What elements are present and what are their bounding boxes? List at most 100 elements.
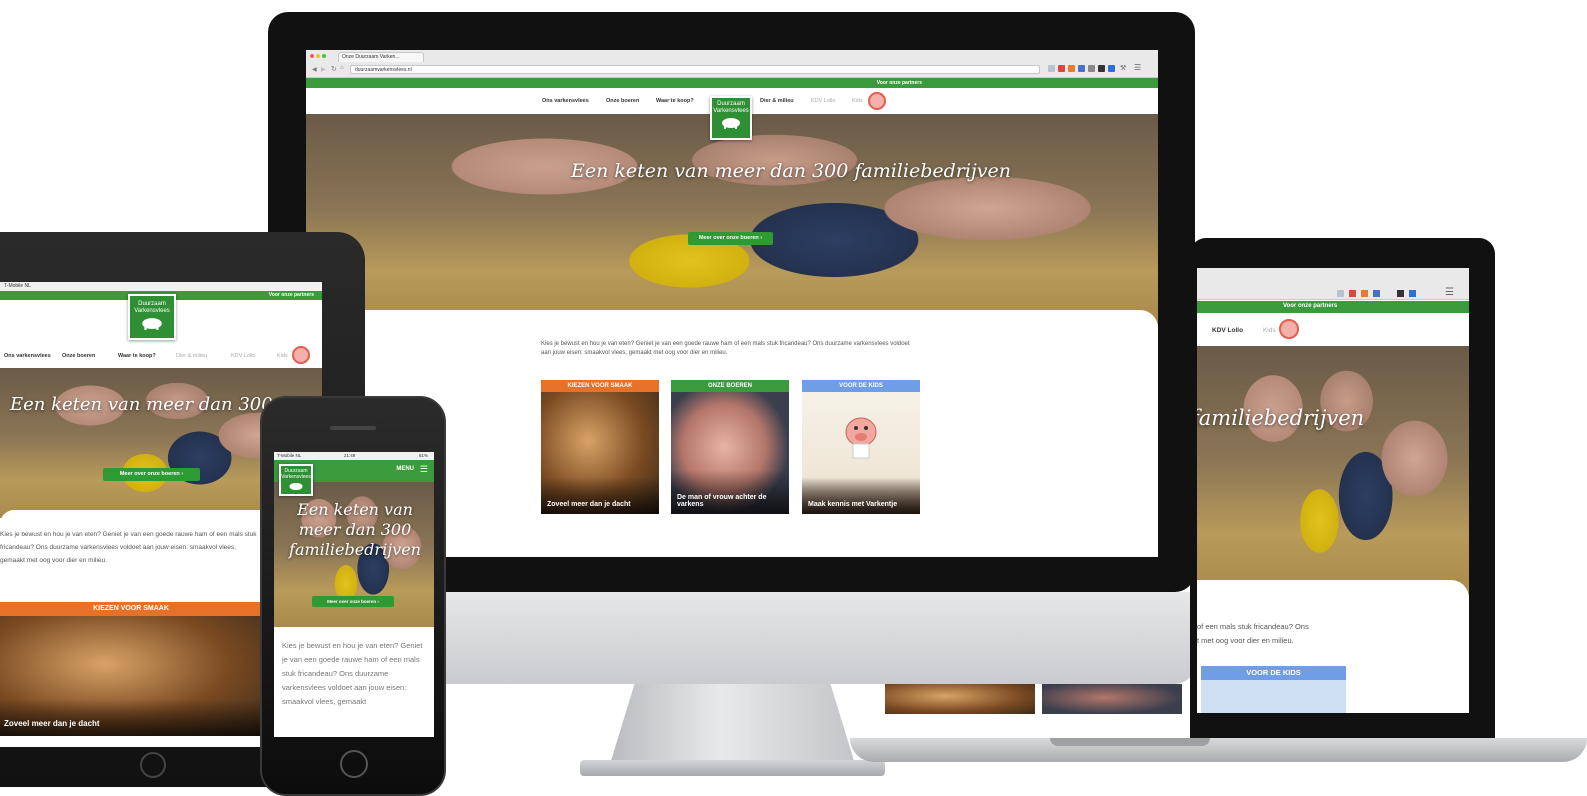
intro-paragraph: of een mals stuk fricandeau? Ons t met o… <box>1197 620 1309 648</box>
laptop-notch <box>1050 738 1210 746</box>
main-nav: KDV Lollo Kids <box>1197 313 1469 346</box>
wrench-icon[interactable]: ⚒ <box>1120 64 1126 72</box>
nav-item-boeren[interactable]: Onze boeren <box>62 353 95 359</box>
tile-caption[interactable]: VOOR DE KIDS <box>1201 666 1346 680</box>
hero-cta-label: Meer over onze boeren <box>327 599 377 604</box>
nav-item-dier-milieu[interactable]: Dier & milieu <box>760 98 794 104</box>
extension-icon[interactable] <box>1349 290 1356 297</box>
extension-icon[interactable] <box>1098 65 1105 72</box>
intro-paragraph: Kies je bewust en hou je van eten? Genie… <box>0 531 257 564</box>
piglet-image-peek <box>1042 684 1182 714</box>
intro-line: t met oog voor dier en milieu. <box>1197 636 1294 645</box>
pig-mascot-icon <box>292 346 310 364</box>
content-section: Kies je bewust en hou je van eten? Genie… <box>274 627 434 737</box>
hero-cta-button[interactable]: Meer over onze boeren › <box>103 468 200 481</box>
hero-banner: Een keten van meer dan 300 familiebedrij… <box>274 482 434 627</box>
back-icon[interactable]: ◀ <box>312 66 317 73</box>
extension-icon[interactable] <box>1048 65 1055 72</box>
tile-caption[interactable]: KIEZEN VOOR SMAAK <box>0 602 262 616</box>
extension-icon[interactable] <box>1361 290 1368 297</box>
hero-banner: familiebedrijven <box>1197 346 1469 596</box>
content-section: of een mals stuk fricandeau? Ons t met o… <box>1197 580 1469 713</box>
maximize-window-icon[interactable] <box>322 54 326 58</box>
extension-icon[interactable] <box>1108 65 1115 72</box>
extension-icon[interactable] <box>1337 290 1344 297</box>
logo-text: Duurzaam Varkensvlees <box>713 101 749 114</box>
logo-text: Duurzaam Varkensvlees <box>281 468 311 480</box>
tile-title: De man of vrouw achter de varkens <box>671 470 789 514</box>
menu-icon[interactable]: ☰ <box>1134 63 1141 72</box>
nav-item-kids[interactable]: Kids <box>852 98 863 104</box>
cartoon-pig-image: Maak kennis met Varkentje <box>802 392 920 514</box>
tablet-home-button[interactable] <box>140 752 166 778</box>
intro-paragraph: Kies je bewust en hou je van eten? Genie… <box>282 641 423 706</box>
intro-line: of een mals stuk fricandeau? Ons <box>1197 622 1309 631</box>
tile-caption: KIEZEN VOOR SMAAK <box>541 380 659 392</box>
food-image-peek <box>885 684 1035 714</box>
laptop-screen: ☰ Voor onze partners KDV Lollo Kids fami… <box>1197 268 1469 713</box>
home-icon[interactable]: ⌂ <box>340 65 344 71</box>
cartoon-pig-image <box>1201 680 1346 713</box>
partner-bar: Voor onze partners <box>306 78 1158 88</box>
reload-icon[interactable]: ↻ <box>331 65 337 73</box>
food-image: Zoveel meer dan je dacht <box>0 616 262 736</box>
pig-logo-icon <box>142 318 162 330</box>
hamburger-icon[interactable]: ☰ <box>420 464 428 475</box>
phone-speaker <box>330 426 376 430</box>
partner-link[interactable]: Voor onze partners <box>1283 303 1337 309</box>
nav-item-waar-te-koop[interactable]: Waar te koop? <box>656 98 694 104</box>
extension-icon[interactable] <box>1078 65 1085 72</box>
menu-icon[interactable]: ☰ <box>1445 287 1454 298</box>
hero-cta-label: Meer over onze boeren <box>119 471 180 477</box>
pig-logo-icon <box>289 482 303 491</box>
tile-title: Zoveel meer dan je dacht <box>0 699 262 736</box>
laptop-base <box>850 738 1587 762</box>
nav-item-waar-te-koop[interactable]: Waar te koop? <box>118 353 156 359</box>
partner-link[interactable]: Voor onze partners <box>877 80 922 86</box>
site-logo[interactable]: Duurzaam Varkensvlees <box>279 464 313 496</box>
carrier-label: T-Mobile NL <box>277 453 302 458</box>
tile-onze-boeren[interactable]: ONZE BOEREN De man of vrouw achter de va… <box>671 380 789 514</box>
pig-mascot-icon <box>868 92 886 110</box>
nav-item-dier-milieu[interactable]: Dier & milieu <box>176 353 207 359</box>
site-logo[interactable]: Duurzaam Varkensvlees <box>128 294 176 340</box>
battery-label: 61% <box>418 453 428 458</box>
menu-label[interactable]: MENU <box>396 466 414 472</box>
browser-tab[interactable]: Onze Duurzaam Varken... <box>338 52 424 62</box>
nav-item-kdv-lollo[interactable]: KDV Lollo <box>1212 327 1243 334</box>
phone-home-button[interactable] <box>340 750 368 778</box>
cartoon-pig-icon <box>845 417 877 459</box>
minimize-window-icon[interactable] <box>316 54 320 58</box>
partner-link[interactable]: Voor onze partners <box>269 292 314 298</box>
nav-item-kids[interactable]: Kids <box>1263 327 1276 334</box>
tile-kiezen-voor-smaak[interactable]: KIEZEN VOOR SMAAK Zoveel meer dan je dac… <box>541 380 659 514</box>
logo-text: Duurzaam Varkensvlees <box>134 301 170 314</box>
extension-icon[interactable] <box>1088 65 1095 72</box>
nav-item-varkensvlees[interactable]: Ons varkensvlees <box>4 353 51 359</box>
nav-item-kdv-lollo[interactable]: KDV Lollo <box>811 98 835 104</box>
imac-stand <box>610 684 855 764</box>
address-bar[interactable]: duurzaamvarkensvlees.nl <box>350 65 1040 74</box>
extension-icon[interactable] <box>1397 290 1404 297</box>
hero-headline-fragment: familiebedrijven <box>1197 406 1365 430</box>
hero-banner: Een keten van meer dan 300 familiebedrij… <box>306 114 1158 324</box>
site-logo[interactable]: Duurzaam Varkensvlees <box>710 96 752 140</box>
nav-item-kids[interactable]: Kids <box>277 353 288 359</box>
hero-headline: Een keten van meer dan 300 familiebedrij… <box>289 500 421 559</box>
imac-foot <box>580 760 885 776</box>
extension-icon[interactable] <box>1068 65 1075 72</box>
nav-item-kdv-lollo[interactable]: KDV Lollo <box>231 353 255 359</box>
hero-cta-button[interactable]: Meer over onze boeren › <box>688 232 773 245</box>
close-window-icon[interactable] <box>310 54 314 58</box>
extension-icon[interactable] <box>1058 65 1065 72</box>
pig-mascot-icon <box>1279 319 1299 339</box>
forward-icon[interactable]: ▶ <box>321 66 326 73</box>
nav-item-varkensvlees[interactable]: Ons varkensvlees <box>542 98 589 104</box>
extension-icon[interactable] <box>1409 290 1416 297</box>
extension-icon[interactable] <box>1373 290 1380 297</box>
food-image: Zoveel meer dan je dacht <box>541 392 659 514</box>
nav-item-boeren[interactable]: Onze boeren <box>606 98 639 104</box>
tile-voor-de-kids[interactable]: VOOR DE KIDS Maak kennis met Varkentje <box>802 380 920 514</box>
hero-cta-button[interactable]: Meer over onze boeren › <box>312 596 394 607</box>
tablet-status-bar: T-Mobile NL <box>0 282 322 291</box>
